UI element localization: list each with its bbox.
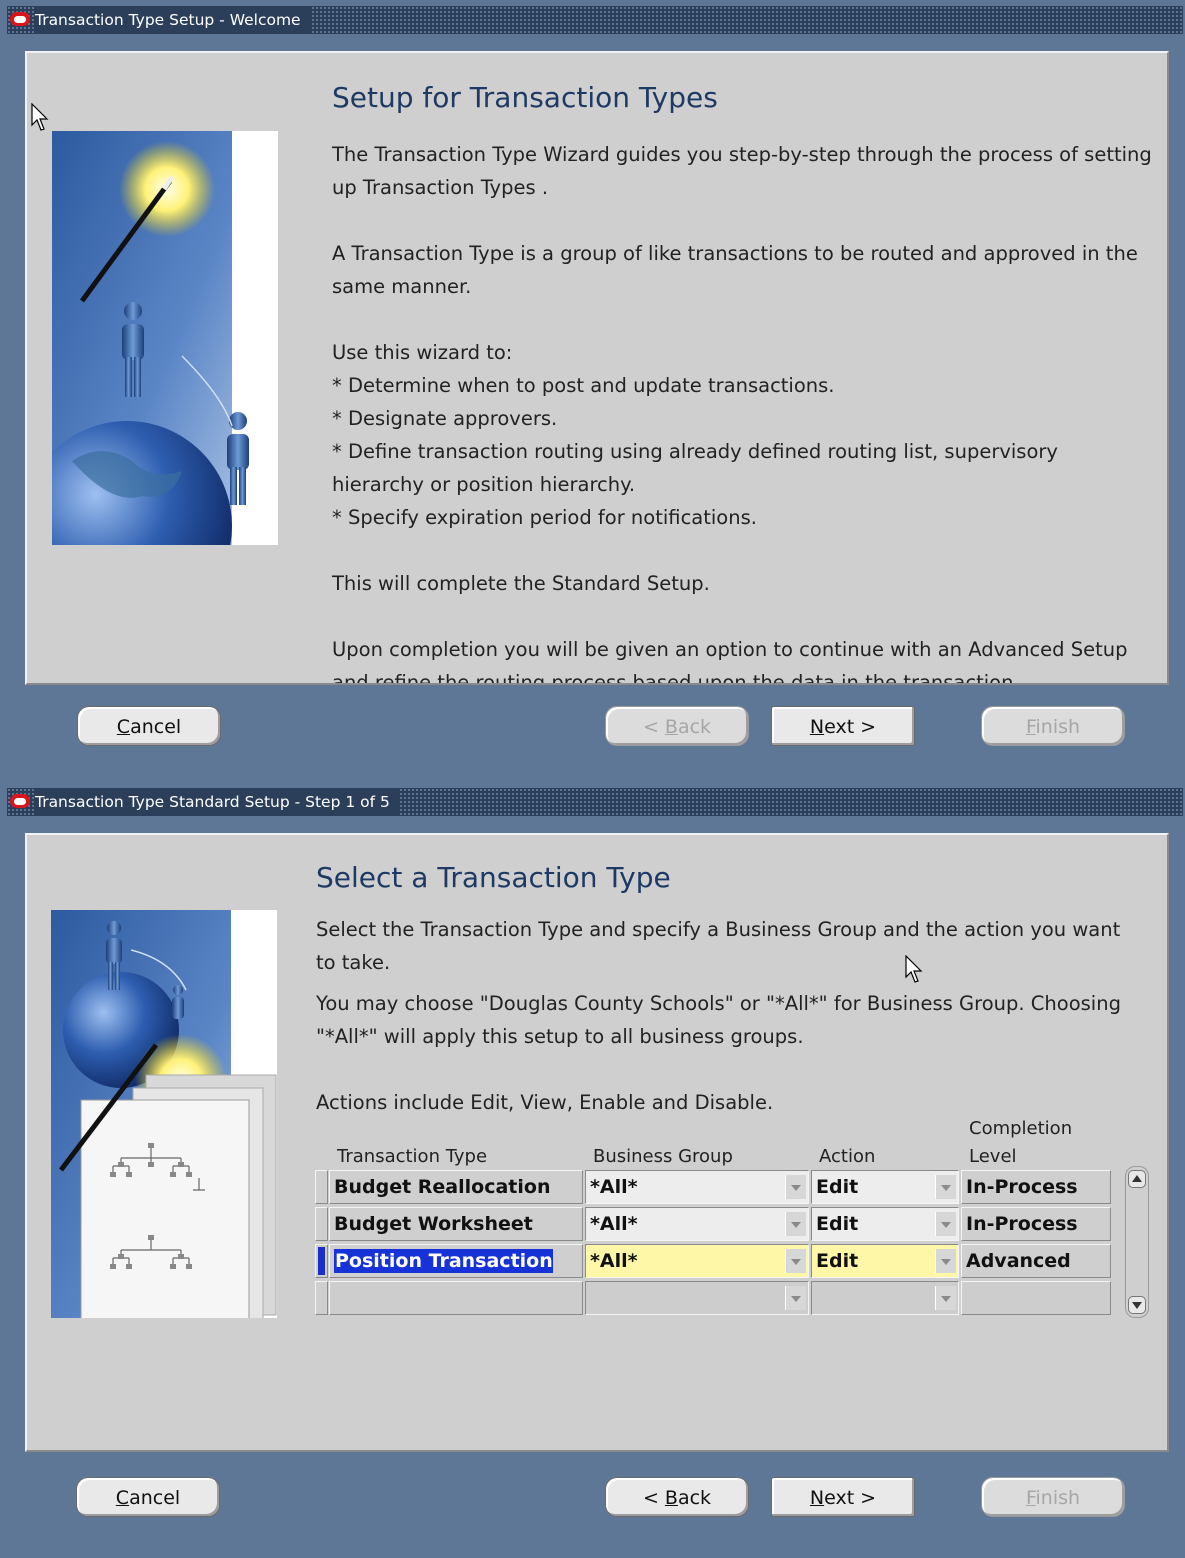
- business-group-select[interactable]: *All*: [585, 1244, 809, 1278]
- window-title: Transaction Type Standard Setup - Step 1…: [35, 788, 400, 816]
- usage-intro: Use this wizard to:: [332, 341, 513, 364]
- page-heading: Select a Transaction Type: [316, 861, 671, 894]
- usage-bullet: * Determine when to post and update tran…: [332, 374, 835, 397]
- standard-setup-note: This will complete the Standard Setup.: [332, 572, 710, 595]
- page-heading: Setup for Transaction Types: [332, 81, 718, 114]
- dropdown-arrow-icon[interactable]: [935, 1286, 956, 1310]
- cancel-button[interactable]: Cancel: [77, 706, 221, 746]
- window-titlebar[interactable]: Transaction Type Setup - Welcome: [7, 6, 1183, 34]
- transaction-type-cell[interactable]: Budget Worksheet: [329, 1207, 583, 1241]
- finish-button[interactable]: Finish: [981, 706, 1125, 746]
- column-header-transaction-type: Transaction Type: [337, 1146, 488, 1167]
- usage-bullet: * Define transaction routing using alrea…: [332, 440, 1058, 496]
- dropdown-arrow-icon[interactable]: [785, 1249, 806, 1273]
- next-button[interactable]: Next >: [771, 1477, 915, 1517]
- completion-level-cell: Advanced: [961, 1244, 1111, 1278]
- back-button[interactable]: < Back: [605, 706, 749, 746]
- transaction-type-cell-selected[interactable]: Position Transaction: [329, 1244, 583, 1278]
- row-selector[interactable]: [315, 1281, 328, 1315]
- finish-button[interactable]: Finish: [981, 1477, 1125, 1517]
- vertical-scrollbar[interactable]: [1125, 1166, 1149, 1318]
- instructions-text: Select the Transaction Type and specify …: [316, 913, 1136, 1119]
- row-selector-current[interactable]: [315, 1244, 328, 1278]
- scroll-up-icon[interactable]: [1128, 1170, 1146, 1188]
- action-select[interactable]: Edit: [811, 1207, 959, 1241]
- usage-bullet: * Designate approvers.: [332, 407, 558, 430]
- dropdown-arrow-icon[interactable]: [785, 1212, 806, 1236]
- content-panel: Setup for Transaction Types The Transact…: [25, 51, 1169, 685]
- row-selector[interactable]: [315, 1207, 328, 1241]
- business-group-select[interactable]: *All*: [585, 1207, 809, 1241]
- dropdown-arrow-icon[interactable]: [935, 1212, 956, 1236]
- action-select[interactable]: Edit: [811, 1170, 959, 1204]
- content-panel: Select a Transaction Type Select the Tra…: [25, 833, 1169, 1452]
- completion-level-cell: In-Process: [961, 1170, 1111, 1204]
- org-chart-illustration: [51, 910, 277, 1318]
- back-button[interactable]: < Back: [605, 1477, 749, 1517]
- usage-bullet: * Specify expiration period for notifica…: [332, 506, 757, 529]
- dropdown-arrow-icon[interactable]: [785, 1175, 806, 1199]
- row-selector[interactable]: [315, 1170, 328, 1204]
- oracle-logo-icon: [10, 794, 30, 808]
- advanced-setup-note: Upon completion you will be given an opt…: [332, 638, 1128, 685]
- completion-level-cell-empty: [961, 1281, 1111, 1315]
- transaction-type-cell-empty[interactable]: [329, 1281, 583, 1315]
- scroll-down-icon[interactable]: [1128, 1296, 1146, 1314]
- action-select-empty[interactable]: [811, 1281, 959, 1315]
- dropdown-arrow-icon[interactable]: [785, 1286, 806, 1310]
- cancel-button[interactable]: Cancel: [76, 1477, 220, 1517]
- oracle-logo-icon: [10, 12, 30, 26]
- window-title: Transaction Type Setup - Welcome: [35, 6, 311, 34]
- next-button[interactable]: Next >: [771, 706, 915, 746]
- column-header-completion-level: Completion Level: [969, 1118, 1073, 1167]
- dropdown-arrow-icon[interactable]: [935, 1249, 956, 1273]
- welcome-text: The Transaction Type Wizard guides you s…: [332, 138, 1152, 685]
- transaction-type-cell[interactable]: Budget Reallocation: [329, 1170, 583, 1204]
- step1-window: Transaction Type Standard Setup - Step 1…: [7, 788, 1183, 1556]
- dropdown-arrow-icon[interactable]: [935, 1175, 956, 1199]
- window-titlebar[interactable]: Transaction Type Standard Setup - Step 1…: [7, 788, 1183, 816]
- column-header-action: Action: [819, 1146, 876, 1167]
- selected-text: Position Transaction: [334, 1249, 553, 1273]
- mouse-pointer-icon: [905, 955, 923, 983]
- business-group-select-empty[interactable]: [585, 1281, 809, 1315]
- intro-paragraph: The Transaction Type Wizard guides you s…: [332, 143, 1152, 199]
- definition-paragraph: A Transaction Type is a group of like tr…: [332, 242, 1138, 298]
- select-instruction: Select the Transaction Type and specify …: [316, 918, 1121, 974]
- mouse-pointer-icon: [31, 103, 49, 131]
- welcome-window: Transaction Type Setup - Welcome Setup f…: [7, 6, 1183, 774]
- completion-level-cell: In-Process: [961, 1207, 1111, 1241]
- wizard-illustration: [52, 131, 278, 545]
- column-header-business-group: Business Group: [593, 1146, 733, 1167]
- action-select[interactable]: Edit: [811, 1244, 959, 1278]
- business-group-select[interactable]: *All*: [585, 1170, 809, 1204]
- business-group-note: You may choose "Douglas County Schools" …: [316, 992, 1121, 1048]
